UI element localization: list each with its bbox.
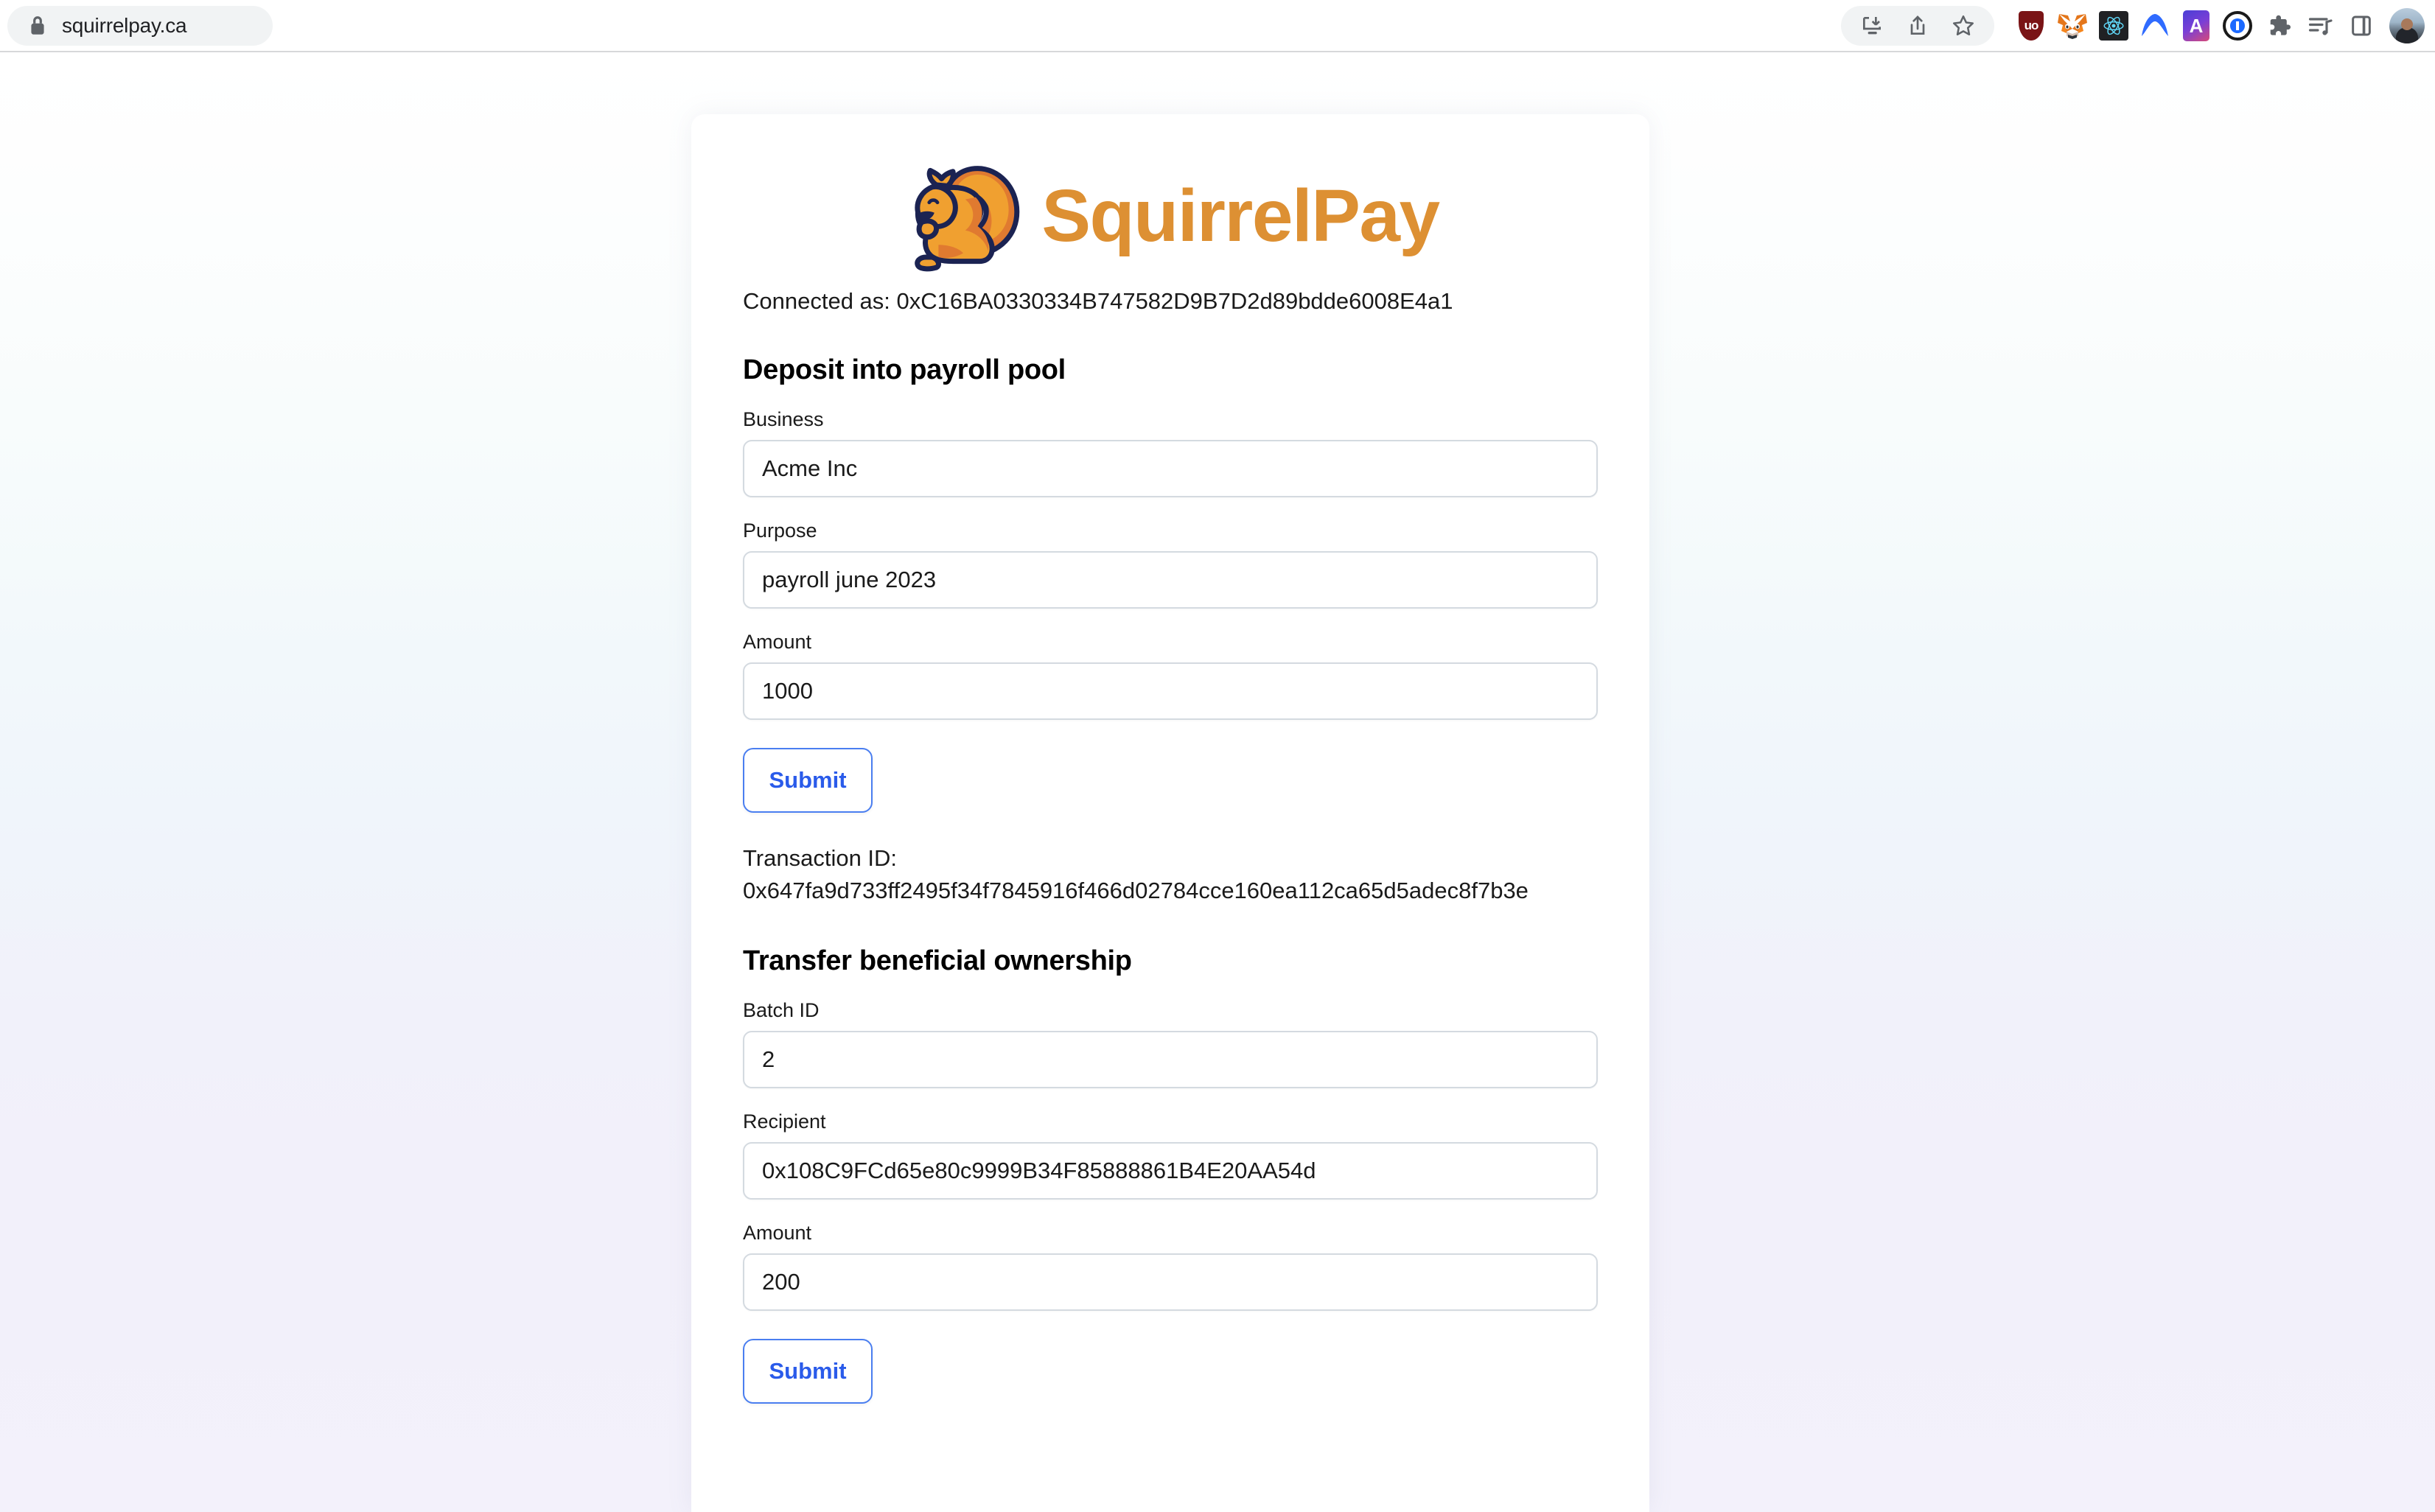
bookmark-star-icon[interactable] (1944, 7, 1982, 45)
batch-id-label: Batch ID (743, 999, 820, 1022)
side-panel-icon[interactable] (2341, 6, 2382, 46)
squirrel-logo-icon (901, 154, 1025, 278)
transaction-id-value: 0x647fa9d733ff2495f34f7845916f466d02784c… (743, 878, 1529, 904)
batch-id-input[interactable] (743, 1031, 1598, 1089)
lock-icon (28, 15, 47, 37)
transfer-section-title: Transfer beneficial ownership (743, 945, 1132, 977)
field-purpose: Purpose (743, 519, 1598, 609)
field-recipient: Recipient (743, 1110, 1598, 1200)
metamask-icon[interactable] (2052, 6, 2093, 46)
app-card: SquirrelPay Connected as: 0xC16BA0330334… (691, 114, 1649, 1512)
purpose-input[interactable] (743, 551, 1598, 609)
deposit-amount-input[interactable] (743, 662, 1598, 721)
extensions-puzzle-icon[interactable] (2258, 6, 2299, 46)
transfer-amount-label: Amount (743, 1222, 812, 1245)
transfer-amount-input[interactable] (743, 1253, 1598, 1312)
field-batch-id: Batch ID (743, 999, 1598, 1089)
field-transfer-amount: Amount (743, 1222, 1598, 1312)
recipient-label: Recipient (743, 1110, 826, 1133)
purpose-label: Purpose (743, 519, 817, 542)
authenticator-glyph: A (2189, 14, 2204, 37)
field-business: Business (743, 408, 1598, 498)
deposit-submit-button[interactable]: Submit (743, 748, 873, 813)
deposit-amount-label: Amount (743, 631, 812, 654)
transfer-submit-button[interactable]: Submit (743, 1339, 873, 1404)
share-icon[interactable] (1898, 7, 1937, 45)
business-label: Business (743, 408, 824, 431)
reading-list-icon[interactable] (2299, 6, 2341, 46)
business-input[interactable] (743, 440, 1598, 498)
page-viewport: SquirrelPay Connected as: 0xC16BA0330334… (0, 52, 2435, 1512)
install-app-icon[interactable] (1853, 7, 1891, 45)
url-text: squirrelpay.ca (62, 14, 187, 37)
toolbar-action-group (1841, 6, 1994, 46)
brand-header: SquirrelPay (743, 114, 1598, 284)
transaction-id-block: Transaction ID: 0x647fa9d733ff2495f34f78… (743, 842, 1598, 907)
arc-wallet-icon[interactable] (2134, 6, 2176, 46)
authenticator-icon[interactable]: A (2176, 6, 2217, 46)
brand-name: SquirrelPay (1041, 175, 1440, 257)
browser-toolbar: uo A (1841, 6, 2425, 46)
deposit-section-title: Deposit into payroll pool (743, 354, 1066, 386)
profile-avatar[interactable] (2389, 8, 2425, 43)
connected-account-text: Connected as: 0xC16BA0330334B747582D9B7D… (743, 288, 1453, 314)
browser-chrome: squirrelpay.ca uo A (0, 0, 2435, 52)
react-devtools-icon[interactable] (2093, 6, 2134, 46)
address-bar[interactable]: squirrelpay.ca (7, 6, 273, 46)
transaction-id-label: Transaction ID: (743, 845, 898, 872)
ublock-glyph: uo (2024, 18, 2039, 32)
onepassword-icon[interactable] (2217, 6, 2258, 46)
ublock-origin-icon[interactable]: uo (2010, 6, 2052, 46)
field-deposit-amount: Amount (743, 631, 1598, 721)
recipient-input[interactable] (743, 1142, 1598, 1200)
